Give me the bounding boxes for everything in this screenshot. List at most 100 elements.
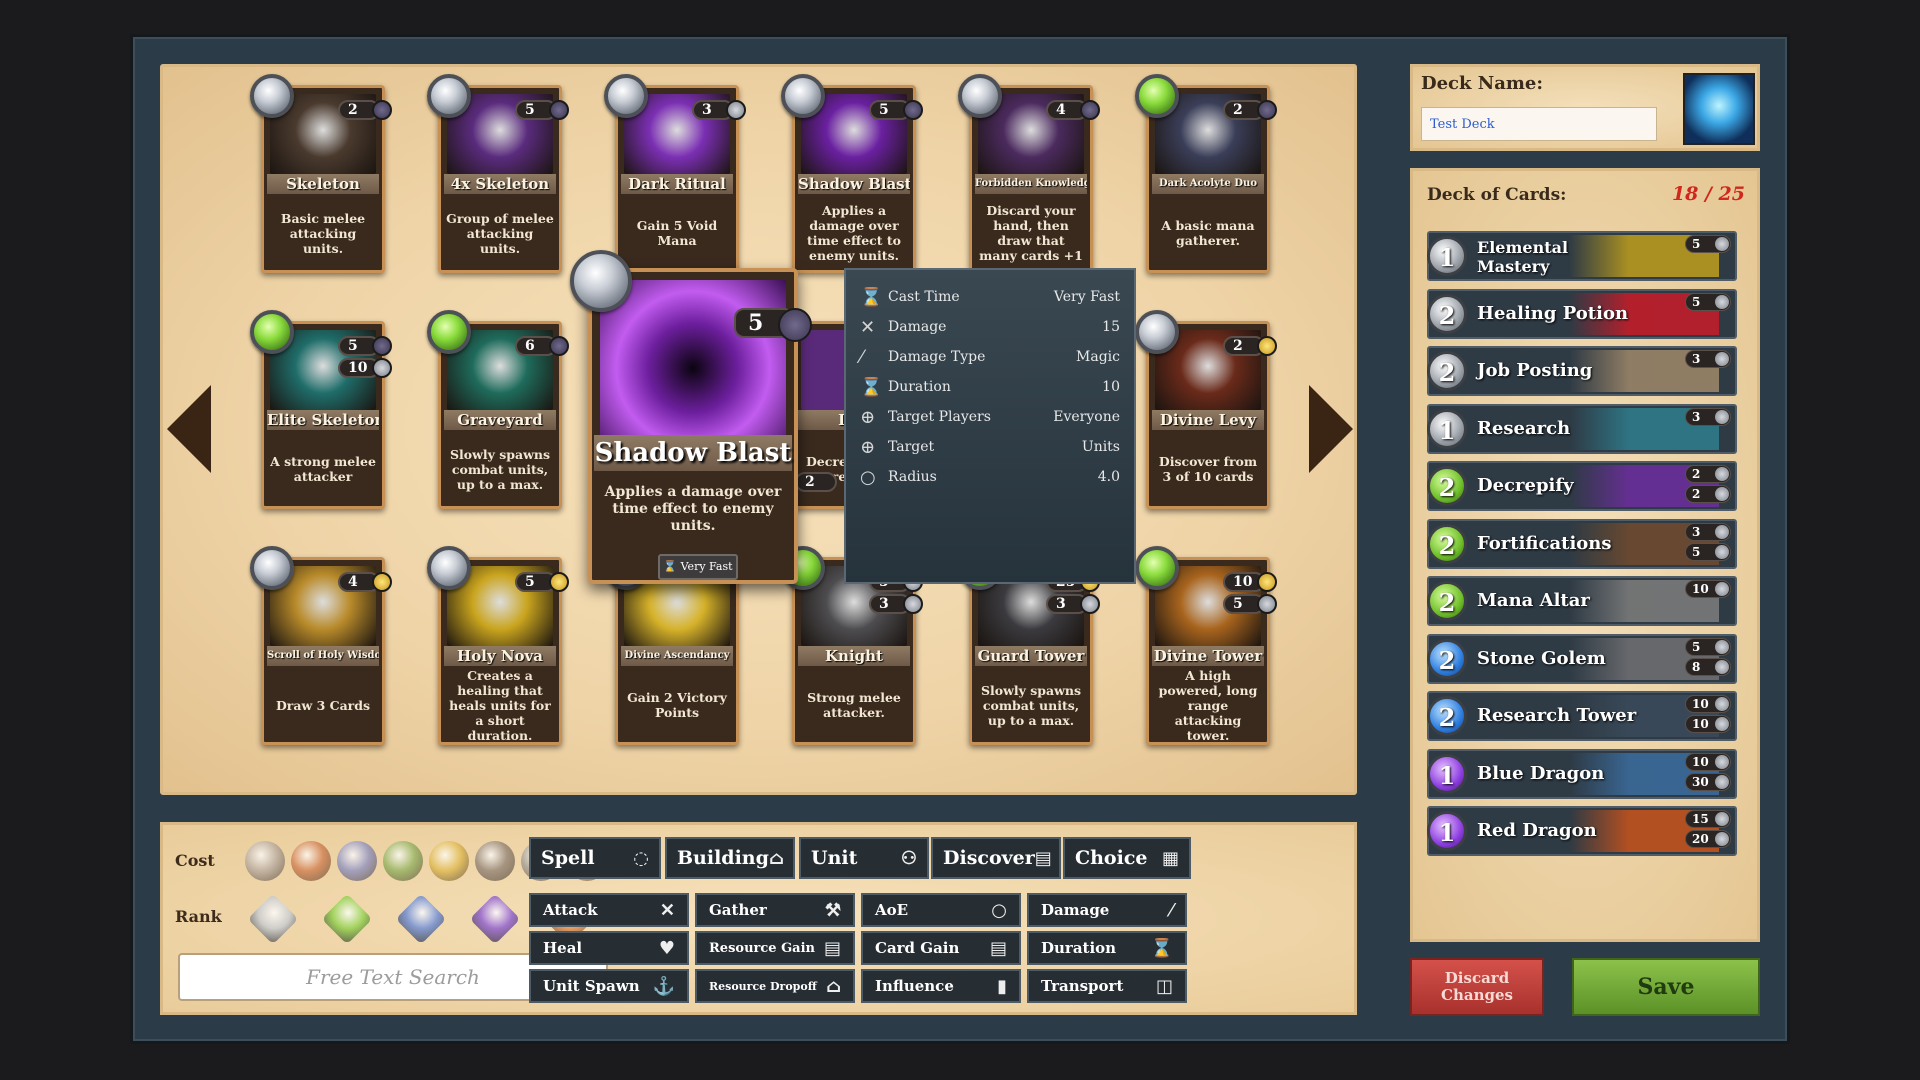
- tag-filter-heal-button[interactable]: Heal ♥: [529, 931, 689, 965]
- card-description: Draw 3 Cards: [275, 697, 371, 713]
- card-4x-skeleton[interactable]: 4x Skeleton Group of melee attacking uni…: [427, 74, 569, 273]
- deck-card-job-posting[interactable]: 2 Job Posting 3: [1427, 346, 1737, 396]
- rank-gem-icon: 2: [1427, 696, 1467, 736]
- stat-row-cast-time: ⌛ Cast Time Very Fast: [860, 282, 1120, 312]
- prev-page-arrow-icon[interactable]: [167, 385, 211, 473]
- deck-icon[interactable]: [1683, 73, 1755, 145]
- card-description: Applies a damage over time effect to ene…: [604, 484, 782, 534]
- card-name: Dark Acolyte Duo: [1152, 174, 1264, 194]
- deck-card-name: Job Posting: [1477, 360, 1593, 381]
- card-description: Discard your hand, then draw that many c…: [979, 203, 1083, 263]
- card-description: Discover from 3 of 10 cards: [1158, 454, 1258, 484]
- tag-filter-transport-button[interactable]: Transport ◫: [1027, 969, 1187, 1003]
- type-filter-building-button[interactable]: Building ⌂: [665, 837, 795, 879]
- sun-resource-icon: [1257, 336, 1277, 356]
- type-filter-discover-button[interactable]: Discover ▤: [931, 837, 1061, 879]
- cast-speed-badge: ⌛ Very Fast: [658, 554, 738, 580]
- deck-card-mana-altar[interactable]: 2 Mana Altar 10: [1427, 576, 1737, 626]
- rank-filter-green-gem-icon[interactable]: [321, 893, 373, 945]
- deck-card-name: Decrepify: [1477, 475, 1574, 496]
- type-filter-unit-button[interactable]: Unit ⚇: [799, 837, 929, 879]
- deck-card-healing-potion[interactable]: 2 Healing Potion 5: [1427, 288, 1737, 339]
- card-guard-tower[interactable]: Guard Tower Slowly spawns combat units, …: [958, 546, 1100, 745]
- card-forbidden-knowledge[interactable]: Forbidden Knowledge Discard your hand, t…: [958, 74, 1100, 273]
- card-stats-tooltip: ⌛ Cast Time Very Fast ✕ Damage 15 ⁄ Damage…: [844, 268, 1136, 584]
- cost-filter-star-icon[interactable]: [245, 841, 285, 881]
- deck-card-blue-dragon[interactable]: 1 Blue Dragon 10 30: [1427, 748, 1737, 799]
- tag-filter-damage-button[interactable]: Damage ⁄: [1027, 893, 1187, 927]
- type-filter-choice-button[interactable]: Choice ▦: [1063, 837, 1191, 879]
- stat-value: Magic: [1076, 349, 1120, 365]
- cost-filter-fire-icon[interactable]: [291, 841, 331, 881]
- building-icon: ⌂: [768, 847, 784, 869]
- tag-filter-gather-button[interactable]: Gather ⚒: [695, 893, 855, 927]
- deck-name-input[interactable]: [1421, 107, 1657, 141]
- type-label: Discover: [943, 847, 1035, 869]
- skull-resource-icon: [1257, 100, 1277, 120]
- card-name: Holy Nova: [444, 646, 556, 666]
- target-players-icon: ⊕: [860, 406, 876, 428]
- card-holy-nova[interactable]: Holy Nova Creates a healing that heals u…: [427, 546, 569, 745]
- deck-card-stone-golem[interactable]: 2 Stone Golem 5 8: [1427, 633, 1737, 684]
- stat-row-damage-type: ⁄ Damage Type Magic: [860, 342, 1120, 372]
- rank-gem-icon: [1135, 546, 1179, 590]
- card-dark-ritual[interactable]: Dark Ritual Gain 5 Void Mana 3: [604, 74, 746, 273]
- rank-gem-icon: 1: [1427, 811, 1467, 851]
- tag-filter-unit-spawn-button[interactable]: Unit Spawn ⚓: [529, 969, 689, 1003]
- discard-changes-button[interactable]: Discard Changes: [1410, 958, 1544, 1016]
- save-button[interactable]: Save: [1572, 958, 1760, 1016]
- tag-filter-card-gain-button[interactable]: Card Gain ▤: [861, 931, 1021, 965]
- card-preview-shadow-blast[interactable]: 5 Shadow Blast Applies a damage over tim…: [570, 250, 812, 584]
- deck-card-research-tower[interactable]: 2 Research Tower 10 10: [1427, 691, 1737, 741]
- card-knight[interactable]: Knight Strong melee attacker.5 3: [781, 546, 923, 745]
- cost-filter-leaf-icon[interactable]: [383, 841, 423, 881]
- cost-filter-sun-icon[interactable]: [429, 841, 469, 881]
- stat-row-target-players: ⊕ Target Players Everyone: [860, 402, 1120, 432]
- rank-gem-icon: 2: [1427, 581, 1467, 621]
- card-divine-levy[interactable]: Divine Levy Discover from 3 of 10 cards 2: [1135, 310, 1277, 509]
- card-dark-acolyte-duo[interactable]: Dark Acolyte Duo A basic mana gatherer. 2: [1135, 74, 1277, 273]
- cost-filter-water-icon[interactable]: [337, 841, 377, 881]
- resource-gain-icon: ▤: [823, 937, 841, 959]
- card-name: Shadow Blast: [594, 435, 792, 471]
- tag-filter-influence-button[interactable]: Influence ▮: [861, 969, 1021, 1003]
- deck-card-elemental-mastery[interactable]: 1 Elemental Mastery 5: [1427, 231, 1737, 281]
- stat-label: Target: [888, 439, 935, 455]
- card-skeleton[interactable]: Skeleton Basic melee attacking units. 2: [250, 74, 392, 273]
- tag-label: Heal: [543, 939, 583, 957]
- tag-filter-aoe-button[interactable]: AoE ○: [861, 893, 1021, 927]
- deck-name-label: Deck Name:: [1421, 73, 1544, 94]
- next-page-arrow-icon[interactable]: [1309, 385, 1353, 473]
- deck-card-red-dragon[interactable]: 1 Red Dragon 15 20: [1427, 806, 1737, 856]
- deck-list-panel: Deck of Cards: 18 / 25 1 Elemental Maste…: [1410, 168, 1760, 942]
- card-divine-tower[interactable]: Divine Tower A high powered, long range …: [1135, 546, 1277, 745]
- tag-label: Influence: [875, 977, 954, 995]
- type-filter-spell-button[interactable]: Spell ◌: [529, 837, 661, 879]
- tag-label: AoE: [875, 901, 909, 919]
- rank-filter-grey-gem-icon[interactable]: [247, 893, 299, 945]
- rank-gem-icon: [958, 74, 1002, 118]
- rank-gem-icon: 1: [1427, 236, 1467, 276]
- tag-filter-duration-button[interactable]: Duration ⌛: [1027, 931, 1187, 965]
- deck-card-fortifications[interactable]: 2 Fortifications 3 5: [1427, 518, 1737, 569]
- card-name: Divine Levy: [1152, 410, 1264, 430]
- cost-filter-skull-icon[interactable]: [475, 841, 515, 881]
- card-elite-skeleton[interactable]: Elite Skeleton A strong melee attacker 5 …: [250, 310, 392, 509]
- deck-card-research[interactable]: 1 Research 3: [1427, 403, 1737, 454]
- tag-filter-attack-button[interactable]: Attack ✕: [529, 893, 689, 927]
- rank-gem-icon: [781, 74, 825, 118]
- rank-filter-blue-gem-icon[interactable]: [395, 893, 447, 945]
- gear-resource-icon: [726, 100, 746, 120]
- tag-filter-resource-gain-button[interactable]: Resource Gain ▤: [695, 931, 855, 965]
- card-shadow-blast[interactable]: Shadow Blast Applies a damage over time …: [781, 74, 923, 273]
- card-scroll-of-holy-wisdom[interactable]: Scroll of Holy Wisdom Draw 3 Cards4: [250, 546, 392, 745]
- card-name: Scroll of Holy Wisdom: [267, 646, 379, 666]
- deck-card-decrepify[interactable]: 2 Decrepify 2 2: [1427, 461, 1737, 511]
- hourglass-icon: ⌛: [663, 560, 681, 573]
- card-graveyard[interactable]: Graveyard Slowly spawns combat units, up…: [427, 310, 569, 509]
- card-name: Skeleton: [267, 174, 379, 194]
- tag-filter-resource-dropoff-button[interactable]: Resource Dropoff ⌂: [695, 969, 855, 1003]
- gather-icon: ⚒: [824, 899, 841, 921]
- rank-filter-purple-gem-icon[interactable]: [469, 893, 521, 945]
- card-divine-ascendancy[interactable]: Divine Ascendancy Gain 2 Victory Points: [604, 546, 739, 745]
